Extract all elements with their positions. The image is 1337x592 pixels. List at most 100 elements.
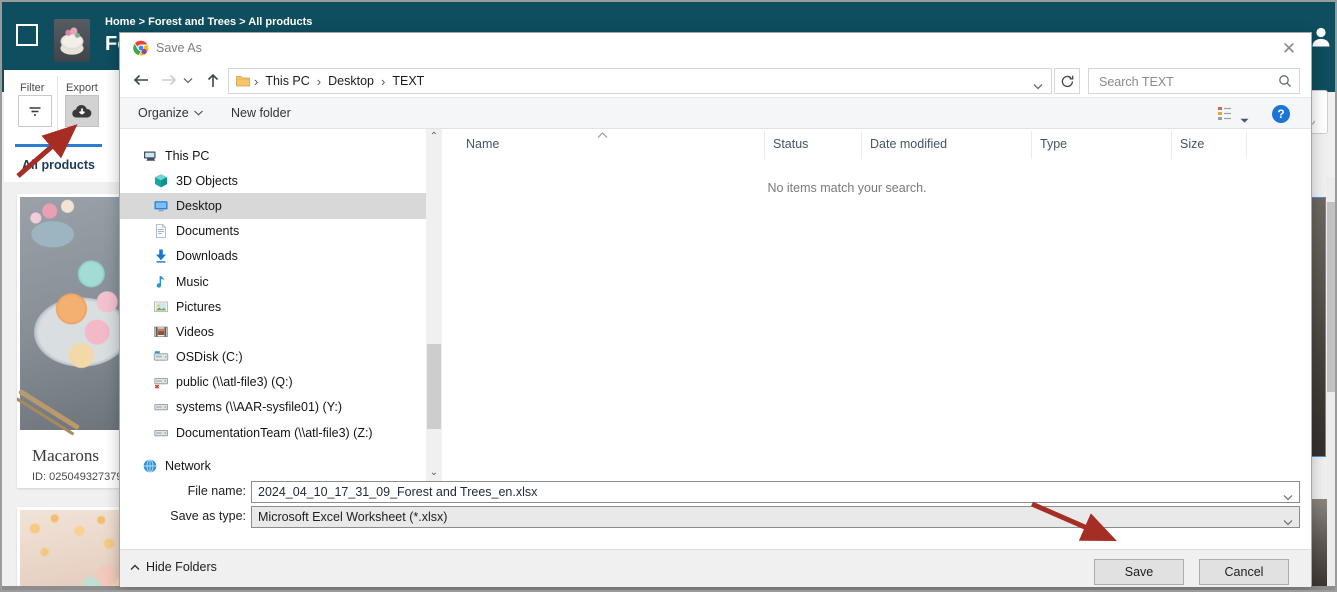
tree-item-network[interactable]: Network (120, 453, 426, 478)
organize-label: Organize (138, 106, 189, 120)
search-input[interactable] (1097, 71, 1271, 93)
new-folder-label: New folder (231, 106, 291, 120)
save-as-type-value: Microsoft Excel Worksheet (*.xlsx) (258, 510, 447, 524)
tree-item-label: OSDisk (C:) (176, 350, 243, 364)
cancel-button[interactable]: Cancel (1199, 559, 1289, 585)
tree-item-pictures[interactable]: Pictures (120, 294, 426, 319)
address-dropdown-chevron-icon[interactable] (1033, 77, 1043, 95)
tree-item-label: Pictures (176, 300, 221, 314)
page-scrollbar[interactable] (1327, 177, 1337, 586)
tree-item-public-atl-file3-q[interactable]: public (\\atl-file3) (Q:) (120, 370, 426, 395)
tree-item-documentationteam-atl-file3-z[interactable]: DocumentationTeam (\\atl-file3) (Z:) (120, 420, 426, 445)
hide-folders-label: Hide Folders (146, 560, 217, 574)
product-id: ID: 025049327379 (32, 471, 119, 483)
app-logo-icon[interactable] (16, 24, 38, 46)
tree-item-3d-objects[interactable]: 3D Objects (120, 168, 426, 193)
dialog-footer: Hide Folders Save Cancel (120, 549, 1311, 587)
tree-item-downloads[interactable]: Downloads (120, 244, 426, 269)
screen: Home > Forest and Trees > All products F… (0, 0, 1337, 592)
save-as-type-label: Save as type: (120, 509, 246, 523)
document-icon (153, 223, 169, 239)
tree-item-label: Music (176, 275, 209, 289)
chevron-up-icon (130, 564, 140, 571)
dialog-sidebar: This PC 3D ObjectsDesktop Documents Downloa… (120, 129, 426, 481)
annotation-arrow-export (6, 110, 96, 182)
tree-item-desktop[interactable]: Desktop (120, 193, 426, 218)
view-details-icon[interactable] (1216, 105, 1233, 127)
tree-item-music[interactable]: Music (120, 269, 426, 294)
network-icon (142, 458, 158, 474)
up-button[interactable] (200, 67, 226, 93)
new-folder-button[interactable]: New folder (231, 98, 291, 128)
dialog-main: This PC 3D ObjectsDesktop Documents Downloa… (120, 129, 1311, 481)
refresh-button[interactable] (1054, 68, 1080, 94)
save-button[interactable]: Save (1094, 559, 1184, 585)
address-bar[interactable]: ›This PC›Desktop›TEXT (228, 68, 1052, 94)
tree-item-label: This PC (165, 149, 209, 163)
search-icon[interactable] (1278, 74, 1292, 93)
tab-partial[interactable] (106, 144, 119, 182)
tree-item-systems-aar-sysfile01-y[interactable]: systems (\\AAR-sysfile01) (Y:) (120, 395, 426, 420)
video-icon (153, 324, 169, 340)
product-card-next[interactable] (17, 507, 119, 592)
file-list-header: NameStatusDate modifiedTypeSize (442, 131, 1247, 159)
column-header-name[interactable]: Name (442, 131, 765, 159)
address-crumbs: ›This PC›Desktop›TEXT (251, 74, 428, 89)
file-name-label: File name: (120, 484, 246, 498)
scroll-up-icon[interactable]: ⌃ (428, 131, 440, 143)
column-header-status[interactable]: Status (765, 131, 862, 159)
tree-item-osdisk-c[interactable]: OSDisk (C:) (120, 345, 426, 370)
dialog-title: Save As (156, 33, 202, 63)
file-list: NameStatusDate modifiedTypeSize No items… (442, 129, 1311, 481)
tree-item-label: Documents (176, 224, 239, 238)
dialog-titlebar[interactable]: Save As ✕ (120, 33, 1311, 63)
sidebar-scrollbar[interactable]: ⌃ ⌄ (426, 129, 442, 481)
help-icon[interactable]: ? (1272, 105, 1290, 123)
save-as-type-chevron-icon[interactable] (1283, 513, 1293, 531)
annotation-arrow-save (1022, 494, 1132, 554)
column-header-type[interactable]: Type (1032, 131, 1172, 159)
forward-button[interactable] (156, 67, 182, 93)
music-icon (153, 274, 169, 290)
address-crumb-desktop[interactable]: Desktop (324, 74, 378, 88)
product-card-macarons[interactable]: Macarons ID: 025049327379 (17, 194, 119, 488)
download-icon (153, 248, 169, 264)
desktop-icon (153, 198, 169, 214)
chrome-icon (133, 40, 149, 56)
hide-folders-button[interactable]: Hide Folders (130, 560, 217, 574)
crumb-separator-icon: › (378, 74, 388, 89)
breadcrumb[interactable]: Home > Forest and Trees > All products (105, 16, 312, 28)
recent-locations-chevron-icon[interactable] (180, 67, 196, 93)
column-header-date-modified[interactable]: Date modified (862, 131, 1032, 159)
organize-button[interactable]: Organize (138, 98, 203, 128)
close-icon[interactable]: ✕ (1279, 39, 1299, 59)
scroll-down-icon[interactable]: ⌄ (428, 467, 440, 479)
disk-icon (153, 349, 169, 365)
address-crumb-text[interactable]: TEXT (388, 74, 428, 88)
back-button[interactable] (128, 67, 154, 93)
sidebar-scrollbar-thumb[interactable] (427, 344, 441, 429)
page-scrollbar-thumb[interactable] (1327, 202, 1337, 392)
file-name-chevron-icon[interactable] (1283, 488, 1293, 506)
tree-item-this-pc[interactable]: This PC (120, 143, 426, 168)
file-name-input[interactable] (251, 481, 1300, 503)
netdrive-icon (153, 399, 169, 415)
tree-item-videos[interactable]: Videos (120, 319, 426, 344)
dialog-filename-section: File name: Save as type: Microsoft Excel… (120, 481, 1311, 549)
bokeh-cake-image (20, 510, 119, 592)
picture-icon (153, 299, 169, 315)
filter-label: Filter (20, 82, 44, 94)
computer-icon (142, 148, 158, 164)
crumb-separator-icon: › (314, 74, 324, 89)
empty-message: No items match your search. (442, 181, 1252, 195)
save-as-type-select[interactable]: Microsoft Excel Worksheet (*.xlsx) (251, 506, 1300, 528)
column-header-size[interactable]: Size (1172, 131, 1247, 159)
folder-icon (235, 73, 251, 89)
view-dropdown-chevron-icon[interactable] (1240, 111, 1249, 129)
tree-item-label: public (\\atl-file3) (Q:) (176, 375, 293, 389)
address-crumb-this-pc[interactable]: This PC (261, 74, 313, 88)
tree-item-label: Downloads (176, 249, 238, 263)
save-as-dialog: Save As ✕ ›This PC›Desktop›TEXT (119, 32, 1312, 586)
tree-item-label: Videos (176, 325, 214, 339)
tree-item-documents[interactable]: Documents (120, 219, 426, 244)
